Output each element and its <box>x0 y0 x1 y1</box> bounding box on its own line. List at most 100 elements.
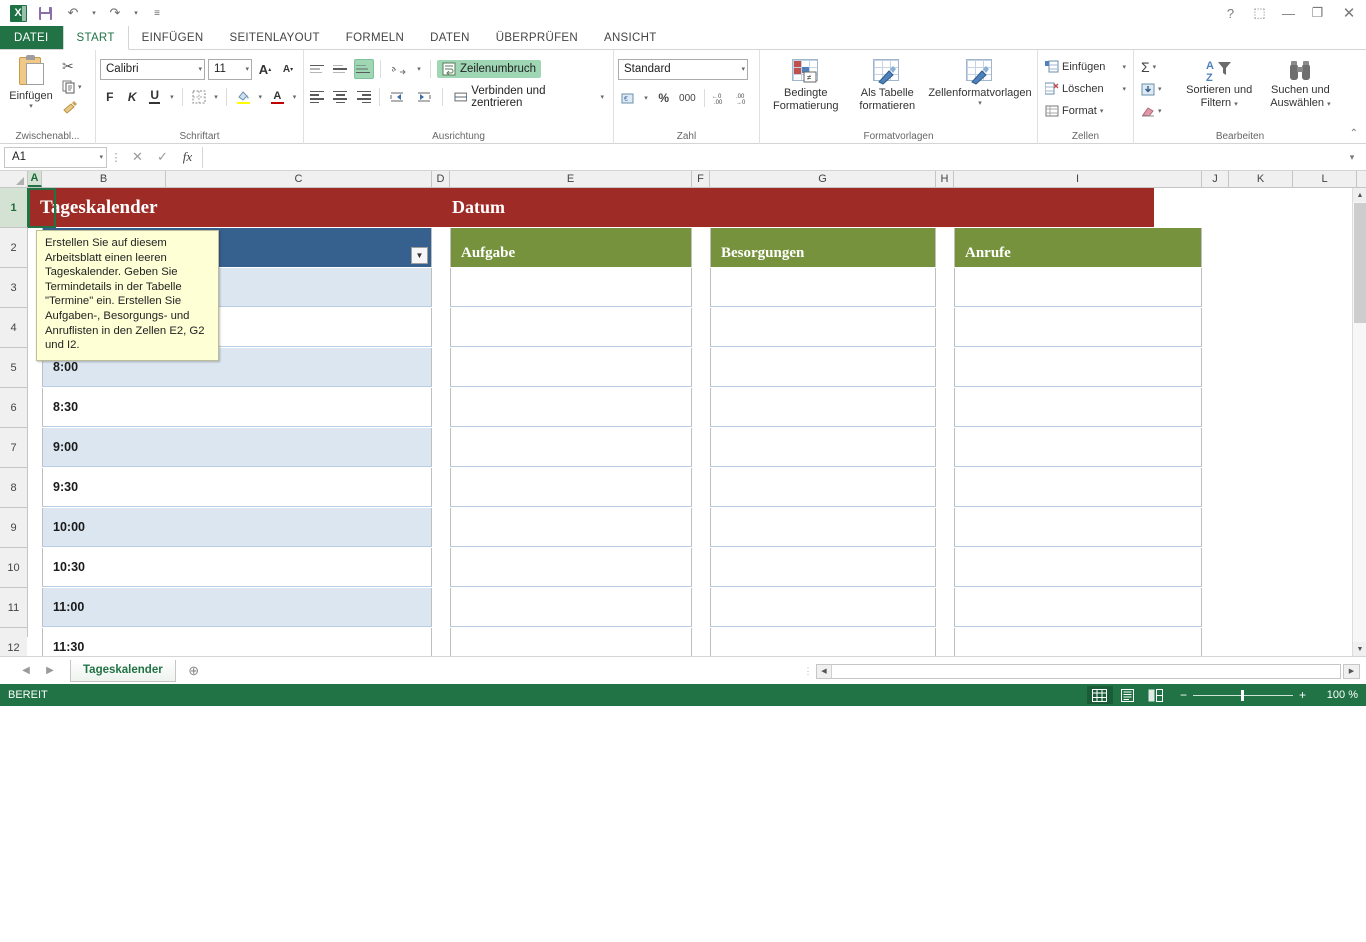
formula-input[interactable] <box>202 146 1342 168</box>
ribbon-tab-daten[interactable]: DATEN <box>417 26 483 49</box>
cell-j7-blank[interactable] <box>1202 428 1366 467</box>
cell-f11-blank[interactable] <box>692 588 710 627</box>
column-header-m[interactable]: M <box>1357 171 1366 187</box>
cell-g2-besorgungen-header[interactable]: Besorgungen <box>710 228 936 267</box>
row-header-11[interactable]: 11 <box>0 588 27 628</box>
number-format-combo[interactable]: Standard ▾ <box>618 58 748 80</box>
scroll-right-icon[interactable]: ▶ <box>1343 663 1360 679</box>
cell-b1-title[interactable]: Tageskalender <box>28 188 432 227</box>
cell-g11[interactable] <box>710 588 936 627</box>
zoom-in-icon[interactable]: + <box>1299 688 1306 702</box>
horizontal-scroll-thumb[interactable] <box>832 664 1340 678</box>
cell-d11-blank[interactable] <box>432 588 450 627</box>
cell-j6-blank[interactable] <box>1202 388 1366 427</box>
cell-a7-blank[interactable] <box>28 428 42 467</box>
cell-bc8-time[interactable]: 9:30 <box>42 468 432 507</box>
zoom-slider[interactable]: − + <box>1180 688 1306 702</box>
format-painter-icon[interactable] <box>58 98 82 118</box>
column-header-h[interactable]: H <box>936 171 954 187</box>
cell-e11[interactable] <box>450 588 692 627</box>
cell-j11-blank[interactable] <box>1202 588 1366 627</box>
accounting-dropdown-icon[interactable]: ▾ <box>642 88 651 108</box>
sort-filter-button[interactable]: A Z Sortieren und Filtern ▾ <box>1180 56 1259 129</box>
format-cells-button[interactable]: Format ▾ <box>1042 100 1129 122</box>
cell-d2-blank[interactable] <box>432 228 450 267</box>
page-layout-view-icon[interactable] <box>1115 686 1141 704</box>
expand-formula-bar-icon[interactable]: ▾ <box>1342 152 1362 163</box>
paste-dropdown-icon[interactable]: ▾ <box>29 102 33 110</box>
cell-bc12-time[interactable]: 11:30 <box>42 628 432 656</box>
column-header-l[interactable]: L <box>1293 171 1357 187</box>
cell-i8[interactable] <box>954 468 1202 507</box>
cell-d8-blank[interactable] <box>432 468 450 507</box>
cell-h9-blank[interactable] <box>936 508 954 547</box>
cell-i5[interactable] <box>954 348 1202 387</box>
cell-e6[interactable] <box>450 388 692 427</box>
help-icon[interactable]: ? <box>1216 0 1245 26</box>
align-right-icon[interactable] <box>353 87 373 107</box>
cell-j1-blank[interactable] <box>1154 188 1366 227</box>
horizontal-scrollbar[interactable]: ◀ <box>816 663 1341 679</box>
cell-g9[interactable] <box>710 508 936 547</box>
cell-g6[interactable] <box>710 388 936 427</box>
name-box[interactable]: A1 ▾ <box>4 146 107 168</box>
cell-g3[interactable] <box>710 268 936 307</box>
cell-d4-blank[interactable] <box>432 308 450 347</box>
column-header-c[interactable]: C <box>166 171 432 187</box>
wrap-text-button[interactable]: Zeilenumbruch <box>437 60 542 78</box>
cell-d3-blank[interactable] <box>432 268 450 307</box>
ribbon-tab-einfuegen[interactable]: EINFÜGEN <box>129 26 217 49</box>
cell-f12-blank[interactable] <box>692 628 710 656</box>
next-sheet-icon[interactable]: ▶ <box>38 660 62 682</box>
cell-a9-blank[interactable] <box>28 508 42 547</box>
cell-h8-blank[interactable] <box>936 468 954 507</box>
row-header-5[interactable]: 5 <box>0 348 27 388</box>
cell-j5-blank[interactable] <box>1202 348 1366 387</box>
cell-a10-blank[interactable] <box>28 548 42 587</box>
scroll-left-icon[interactable]: ◀ <box>817 664 832 678</box>
cell-j2-blank[interactable] <box>1202 228 1366 267</box>
cut-icon[interactable]: ✂ <box>58 56 82 76</box>
redo-dropdown-icon[interactable]: ▾ <box>130 2 142 24</box>
cell-f7-blank[interactable] <box>692 428 710 467</box>
cell-d6-blank[interactable] <box>432 388 450 427</box>
orientation-dropdown-icon[interactable]: ▾ <box>414 59 424 79</box>
row-header-4[interactable]: 4 <box>0 308 27 348</box>
column-header-i[interactable]: I <box>954 171 1202 187</box>
cell-g5[interactable] <box>710 348 936 387</box>
cell-bc10-time[interactable]: 10:30 <box>42 548 432 587</box>
bold-icon[interactable]: F <box>100 87 119 107</box>
cell-h2-blank[interactable] <box>936 228 954 267</box>
cell-styles-dropdown-icon[interactable]: ▾ <box>978 100 982 108</box>
cell-j12-blank[interactable] <box>1202 628 1366 656</box>
cell-d10-blank[interactable] <box>432 548 450 587</box>
row-header-6[interactable]: 6 <box>0 388 27 428</box>
cell-f10-blank[interactable] <box>692 548 710 587</box>
column-header-j[interactable]: J <box>1202 171 1229 187</box>
cell-i4[interactable] <box>954 308 1202 347</box>
cell-h3-blank[interactable] <box>936 268 954 307</box>
ribbon-tab-ueberpruefen[interactable]: ÜBERPRÜFEN <box>483 26 591 49</box>
cell-i3[interactable] <box>954 268 1202 307</box>
cell-d9-blank[interactable] <box>432 508 450 547</box>
delete-cells-button[interactable]: Löschen ▾ <box>1042 78 1129 100</box>
row-header-7[interactable]: 7 <box>0 428 27 468</box>
cell-e9[interactable] <box>450 508 692 547</box>
underline-icon[interactable]: U <box>145 87 164 107</box>
cell-j9-blank[interactable] <box>1202 508 1366 547</box>
cell-j10-blank[interactable] <box>1202 548 1366 587</box>
cell-e4[interactable] <box>450 308 692 347</box>
increase-indent-icon[interactable] <box>412 87 435 107</box>
redo-icon[interactable]: ↷ <box>102 2 128 24</box>
undo-icon[interactable]: ↶ <box>60 2 86 24</box>
clear-button[interactable]: ▾ <box>1138 100 1180 122</box>
cell-h4-blank[interactable] <box>936 308 954 347</box>
align-left-icon[interactable] <box>308 87 328 107</box>
cell-d12-blank[interactable] <box>432 628 450 656</box>
orientation-icon[interactable]: a <box>387 59 411 79</box>
cell-e2-aufgabe-header[interactable]: Aufgabe <box>450 228 692 267</box>
cell-f5-blank[interactable] <box>692 348 710 387</box>
cell-d7-blank[interactable] <box>432 428 450 467</box>
cell-a12-blank[interactable] <box>28 628 42 656</box>
normal-view-icon[interactable] <box>1086 686 1113 704</box>
